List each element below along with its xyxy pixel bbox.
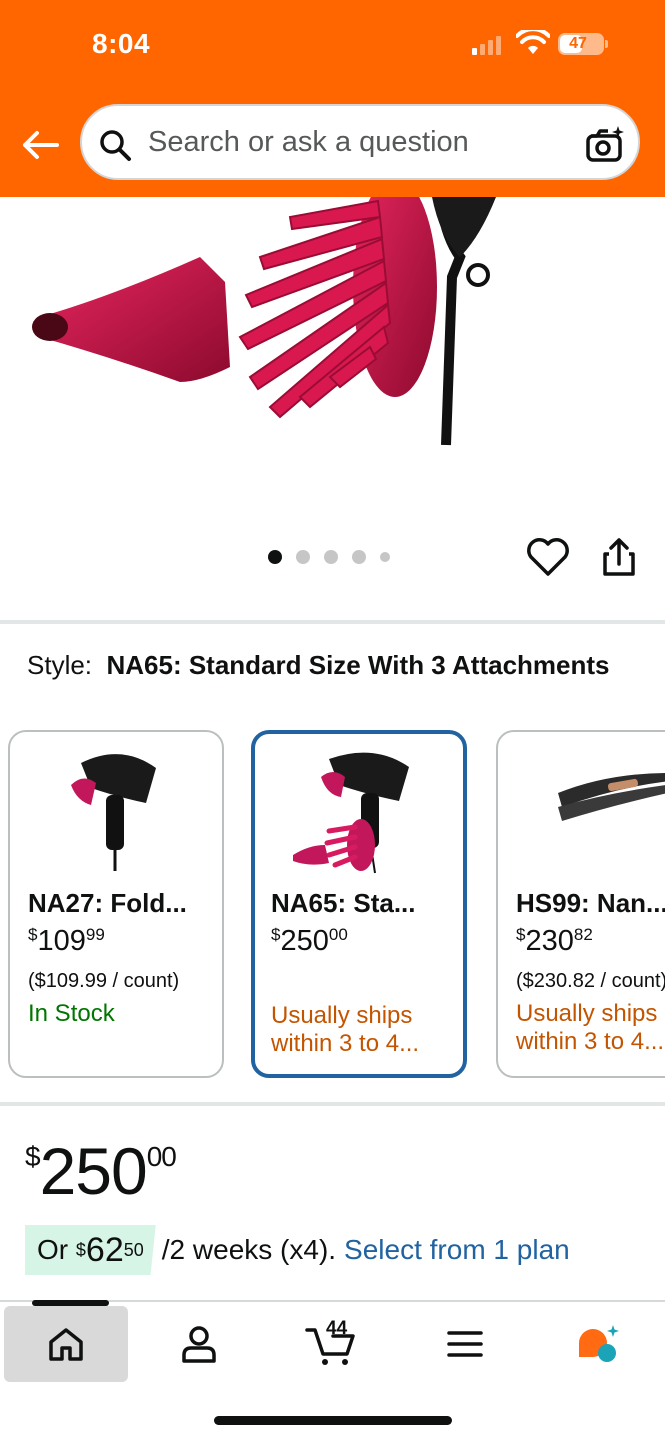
installment-plan: Or $62 50 /2 weeks (x4). Select from 1 pl… [25,1225,570,1275]
cart-count-badge: 44 [326,1318,348,1339]
variant-card[interactable]: HS99: Nan... $23082 ($230.82 / count) Us… [496,730,665,1078]
hamburger-menu-icon [447,1331,483,1357]
carousel-dot[interactable] [324,550,338,564]
variant-card-selected[interactable]: NA65: Sta... $25000 Usually ships within… [251,730,467,1078]
variant-shipping-line2: within 3 to 4... [271,1030,420,1057]
variant-shipping: Usually ships [516,1000,658,1027]
nav-account[interactable] [137,1306,261,1382]
installment-badge: Or $62 50 [25,1225,156,1275]
variant-image [498,740,665,875]
status-time: 8:04 [92,28,151,59]
back-button[interactable] [20,125,60,165]
person-icon [182,1326,216,1363]
style-selection: Style: NA65: Standard Size With 3 Attach… [27,648,647,683]
arrow-left-icon [23,131,59,159]
nav-menu[interactable] [403,1306,527,1382]
rufus-assistant-icon [579,1325,619,1362]
search-input[interactable] [148,106,568,178]
variant-price: $25000 [271,925,348,957]
image-carousel-dots[interactable] [268,550,390,564]
variant-availability: In Stock [28,1000,115,1027]
variant-price: $23082 [516,925,593,957]
search-icon [100,130,131,161]
variant-title: NA27: Fold... [28,888,187,918]
variant-price: $10999 [28,925,105,957]
carousel-dot[interactable] [296,550,310,564]
variant-shipping-line2: within 3 to 4... [516,1028,665,1055]
section-divider [0,1102,665,1106]
variant-unit-price: ($109.99 / count) [28,970,180,992]
installment-period: /2 weeks (x4). [161,1234,337,1265]
home-icon [49,1328,83,1361]
heart-icon[interactable] [526,536,570,578]
carousel-dot[interactable] [268,550,282,564]
variant-card[interactable]: NA27: Fold... $10999 ($109.99 / count) I… [8,730,224,1078]
cellular-signal-icon [472,33,501,55]
search-bar[interactable] [80,104,640,180]
nav-rufus[interactable] [536,1306,660,1382]
variant-image [255,742,463,877]
carousel-dot[interactable] [352,550,366,564]
app-header: 8:04 47 [0,0,665,197]
share-icon[interactable] [600,536,638,578]
carousel-dot[interactable] [380,552,390,562]
variant-image [10,740,222,875]
product-price: $25000 [25,1134,177,1208]
variant-unit-price: ($230.82 / count) [516,970,665,992]
variant-shipping: Usually ships [271,1002,413,1029]
style-value: NA65: Standard Size With 3 Attachments [106,650,610,680]
home-indicator [214,1416,452,1425]
variant-title: HS99: Nan... [516,888,665,918]
style-variants: NA27: Fold... $10999 ($109.99 / count) I… [0,730,665,1080]
battery-level: 47 [569,35,587,52]
battery-icon: 47 [558,33,604,55]
nav-home[interactable] [4,1300,128,1382]
section-divider [0,620,665,624]
select-plan-link[interactable]: Select from 1 plan [344,1234,570,1266]
variant-title: NA65: Sta... [271,888,416,918]
wifi-icon [516,30,550,54]
camera-search-icon[interactable] [584,124,626,164]
style-label: Style: [27,650,93,680]
